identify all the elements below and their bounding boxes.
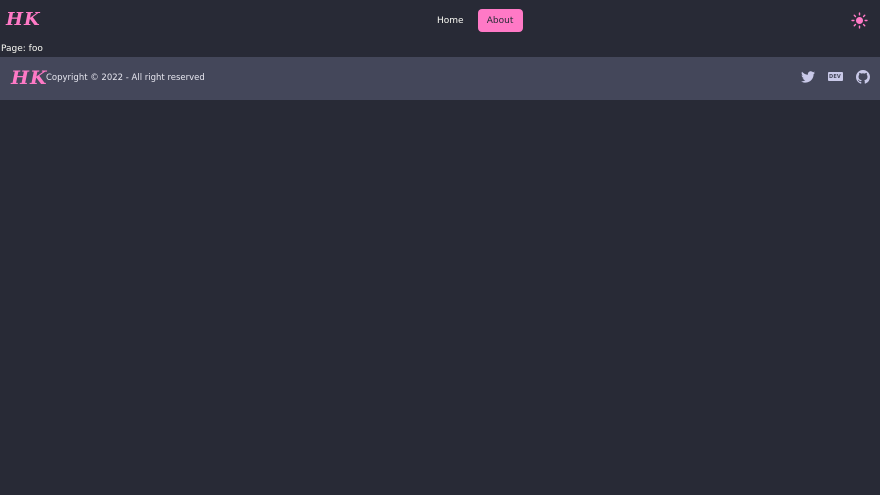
theme-toggle-button[interactable] — [851, 12, 868, 29]
twitter-link[interactable] — [800, 69, 815, 84]
twitter-icon — [800, 70, 815, 83]
site-footer: HK Copyright © 2022 - All right reserved… — [0, 57, 880, 100]
page: HK Home About Page: foo HK Copyright © 2… — [0, 0, 880, 495]
header-logo[interactable]: HK — [6, 9, 41, 31]
dev-icon: DEV — [827, 72, 843, 81]
footer-logo: HK — [11, 67, 48, 89]
nav-home-link[interactable]: Home — [427, 9, 474, 32]
github-icon — [855, 69, 870, 84]
main-nav: Home About — [427, 9, 523, 32]
dev-link[interactable]: DEV — [827, 69, 843, 84]
site-header: HK Home About — [0, 0, 880, 40]
nav-about-link[interactable]: About — [477, 9, 523, 32]
copyright-text: Copyright © 2022 - All right reserved — [46, 73, 205, 83]
github-link[interactable] — [855, 69, 870, 84]
page-content-text: Page: foo — [1, 44, 43, 54]
sun-icon — [851, 12, 868, 29]
